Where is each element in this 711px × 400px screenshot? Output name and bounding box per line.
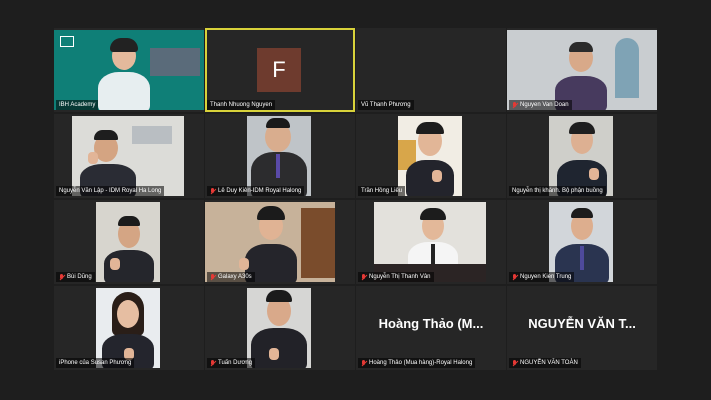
video-feed — [96, 202, 160, 282]
participant-name: IBH Academy — [56, 100, 99, 110]
participant-name: Nguyễn Thị Thanh Vân — [358, 272, 434, 282]
participant-name: Galaxy A30s — [207, 272, 255, 282]
mic-muted-icon — [512, 101, 518, 109]
video-feed — [549, 202, 613, 282]
mic-muted-icon — [210, 359, 216, 367]
participant-name: Hoàng Thảo (Mua hàng)-Royal Halong — [358, 358, 476, 368]
mic-muted-icon — [210, 273, 216, 281]
participant-name: Vũ Thanh Phương — [358, 100, 414, 110]
participant-name: iPhone của Susan Phương — [56, 358, 135, 368]
participant-tile[interactable]: Nguyễn Văn Lập - IDM Royal Ha Long — [54, 114, 204, 198]
video-feed — [247, 288, 311, 368]
participant-tile[interactable]: Lê Duy Kiên-IDM Royal Halong — [205, 114, 355, 198]
participant-tile[interactable]: Vũ Thanh Phương — [356, 28, 506, 112]
participant-tile[interactable]: Trần Hồng Liêu — [356, 114, 506, 198]
participant-name: Tuấn Dương — [207, 358, 256, 368]
participant-name: Nguyen Van Doan — [509, 100, 572, 110]
video-feed — [507, 30, 657, 110]
video-feed — [398, 116, 462, 196]
video-feed — [96, 288, 160, 368]
participant-name: NGUYỄN VĂN TOÀN — [509, 358, 581, 368]
participant-tile[interactable]: Galaxy A30s — [205, 200, 355, 284]
video-feed — [549, 116, 613, 196]
video-feed — [247, 116, 311, 196]
mic-muted-icon — [512, 273, 518, 281]
participant-tile[interactable]: Nguyễn Thị Thanh Vân — [356, 200, 506, 284]
profile-avatar: F — [257, 48, 301, 92]
video-feed — [54, 30, 204, 110]
participant-name: Nguyễn Văn Lập - IDM Royal Ha Long — [56, 186, 165, 196]
participant-display-name: NGUYỄN VĂN T... — [528, 316, 636, 331]
participant-name: Nguyễn thị khánh. Bộ phận buồng — [509, 186, 606, 196]
slide-photo — [150, 48, 200, 76]
participant-tile[interactable]: Tuấn Dương — [205, 286, 355, 370]
participant-name: Thanh Nhuong Nguyen — [207, 100, 276, 110]
video-feed — [374, 202, 486, 282]
participant-tile[interactable]: NGUYỄN VĂN T... NGUYỄN VĂN TOÀN — [507, 286, 657, 370]
participant-tile[interactable]: IBH Academy — [54, 28, 204, 112]
participant-tile[interactable]: iPhone của Susan Phương — [54, 286, 204, 370]
zoom-gallery-view: IBH Academy F Thanh Nhuong Nguyen Vũ Tha… — [0, 0, 711, 400]
participant-tile[interactable]: Hoàng Thảo (M... Hoàng Thảo (Mua hàng)-R… — [356, 286, 506, 370]
participant-display-name: Hoàng Thảo (M... — [378, 316, 484, 331]
participant-name: Nguyen Kien Trung — [509, 272, 575, 282]
mic-muted-icon — [361, 359, 367, 367]
participant-name: Bùi Dũng — [56, 272, 95, 282]
mic-muted-icon — [210, 187, 216, 195]
mic-muted-icon — [59, 273, 65, 281]
participant-tile[interactable]: Nguyen Van Doan — [507, 28, 657, 112]
video-feed — [72, 116, 184, 196]
mic-muted-icon — [512, 359, 518, 367]
mic-muted-icon — [361, 273, 367, 281]
video-feed — [205, 202, 335, 282]
participant-tile-active-speaker[interactable]: F Thanh Nhuong Nguyen — [205, 28, 355, 112]
participant-name: Lê Duy Kiên-IDM Royal Halong — [207, 186, 305, 196]
participant-tile[interactable]: Nguyen Kien Trung — [507, 200, 657, 284]
participant-tile[interactable]: Nguyễn thị khánh. Bộ phận buồng — [507, 114, 657, 198]
participant-name: Trần Hồng Liêu — [358, 186, 406, 196]
academy-logo — [60, 36, 74, 47]
participant-tile[interactable]: Bùi Dũng — [54, 200, 204, 284]
participant-grid: IBH Academy F Thanh Nhuong Nguyen Vũ Tha… — [54, 28, 657, 372]
